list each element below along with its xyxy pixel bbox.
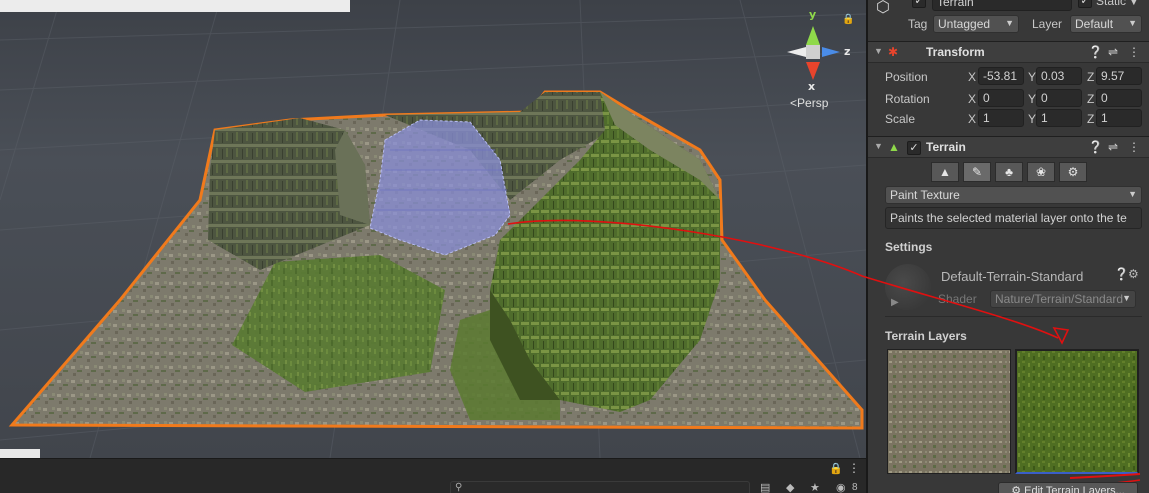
unity-editor: y z x <Persp 🔒 🔒 ⋮ ⚲ ▤ ◆ ★ ◉ 8 ⬡ ✓ Terra… xyxy=(0,0,1149,493)
gear-icon: ⚙ xyxy=(1011,485,1022,493)
edit-terrain-layers-button[interactable]: ⚙ Edit Terrain Layers... xyxy=(998,482,1138,493)
annotation-overlay xyxy=(861,275,1141,487)
annotation-underline xyxy=(1069,473,1141,479)
annotation-arrowhead xyxy=(1052,326,1070,345)
edit-terrain-layers-label: Edit Terrain Layers... xyxy=(1024,485,1125,493)
